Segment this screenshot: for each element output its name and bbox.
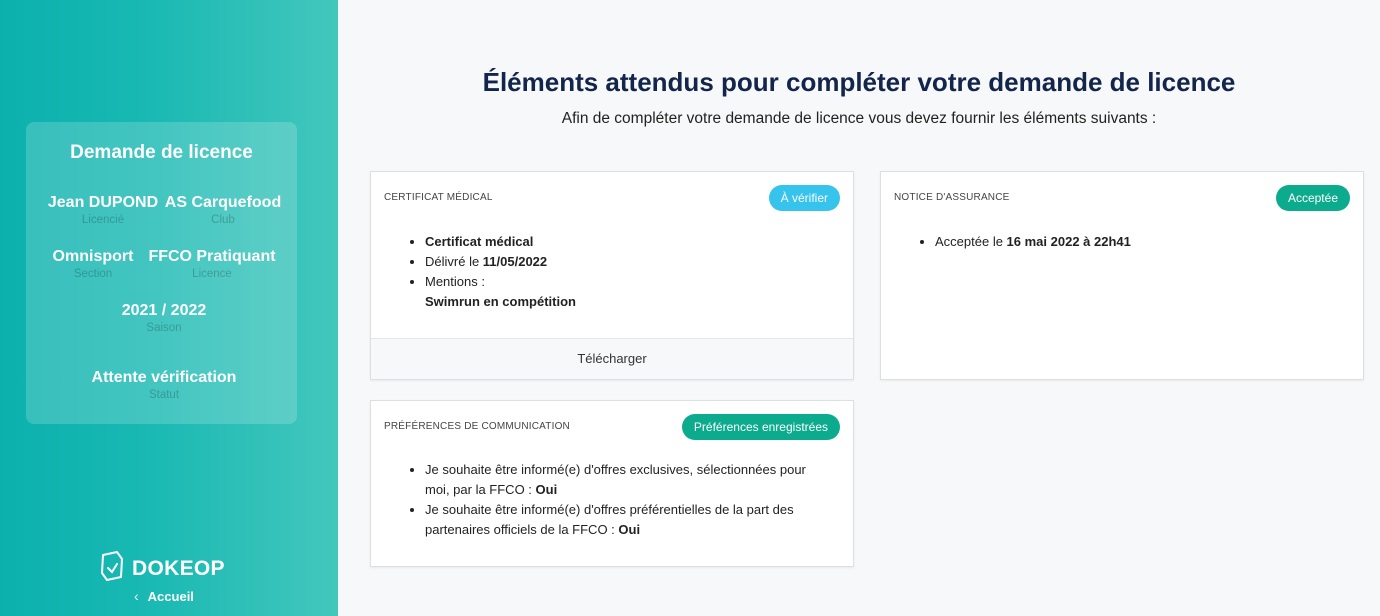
- list-item: Je souhaite être informé(e) d'offres pré…: [425, 500, 830, 540]
- card-label: Certificat médical: [384, 192, 493, 203]
- field-value: AS Carquefood: [164, 194, 282, 211]
- download-button[interactable]: Télécharger: [371, 338, 853, 379]
- field-label: Section: [73, 268, 113, 280]
- field-section: Omnisport Section: [28, 248, 158, 280]
- list-item: Je souhaite être informé(e) d'offres exc…: [425, 460, 830, 500]
- field-label: Saison: [146, 322, 182, 334]
- brand-logo: DOKEOP: [99, 551, 225, 587]
- license-info-card: Demande de licence Jean DUPOND Licencié …: [26, 122, 297, 424]
- chevron-left-icon: ‹: [134, 588, 139, 604]
- list-item: Mentions :Swimrun en compétition: [425, 272, 576, 312]
- page-title: Éléments attendus pour compléter votre d…: [482, 67, 1236, 97]
- field-statut: Attente vérification Statut: [64, 369, 264, 401]
- back-home-label: Accueil: [147, 588, 194, 604]
- dokeop-logo-icon: [99, 551, 125, 587]
- list-item: Certificat médical: [425, 232, 576, 252]
- medical-certificate-card: Certificat médical À vérifier Certificat…: [370, 171, 854, 380]
- status-badge: À vérifier: [768, 185, 840, 211]
- sidebar: Demande de licence Jean DUPOND Licencié …: [0, 0, 338, 616]
- card-label: Notice d'assurance: [894, 192, 1010, 203]
- field-value: Attente vérification: [91, 369, 237, 386]
- field-value: FFCO Pratiquant: [148, 248, 276, 265]
- preferences-list: Je souhaite être informé(e) d'offres exc…: [425, 460, 830, 540]
- field-licencie: Jean DUPOND Licencié: [38, 194, 168, 226]
- back-home-link[interactable]: ‹ Accueil: [134, 588, 194, 604]
- field-saison: 2021 / 2022 Saison: [99, 302, 229, 334]
- field-licence: FFCO Pratiquant Licence: [147, 248, 277, 280]
- document-details-list: Acceptée le 16 mai 2022 à 22h41: [935, 232, 1131, 252]
- info-card-title: Demande de licence: [70, 142, 253, 163]
- document-details-list: Certificat médical Délivré le 11/05/2022…: [425, 232, 576, 312]
- field-value: Jean DUPOND: [47, 194, 159, 211]
- list-item: Délivré le 11/05/2022: [425, 252, 576, 272]
- field-label: Licence: [192, 268, 232, 280]
- insurance-notice-card: Notice d'assurance Acceptée Acceptée le …: [880, 171, 1364, 380]
- brand-name: DOKEOP: [132, 557, 225, 580]
- field-label: Statut: [148, 389, 180, 401]
- field-value: Omnisport: [52, 248, 134, 265]
- page-subtitle: Afin de compléter votre demande de licen…: [561, 110, 1157, 127]
- status-badge: Acceptée: [1275, 185, 1350, 211]
- field-value: 2021 / 2022: [121, 302, 207, 319]
- card-label: Préférences de communication: [384, 421, 570, 432]
- main-content: Éléments attendus pour compléter votre d…: [338, 0, 1380, 616]
- field-club: AS Carquefood Club: [158, 194, 288, 226]
- status-badge: Préférences enregistrées: [681, 414, 840, 440]
- field-label: Licencié: [81, 214, 125, 226]
- field-label: Club: [211, 214, 235, 226]
- list-item: Acceptée le 16 mai 2022 à 22h41: [935, 232, 1131, 252]
- communication-preferences-card: Préférences de communication Préférences…: [370, 400, 854, 567]
